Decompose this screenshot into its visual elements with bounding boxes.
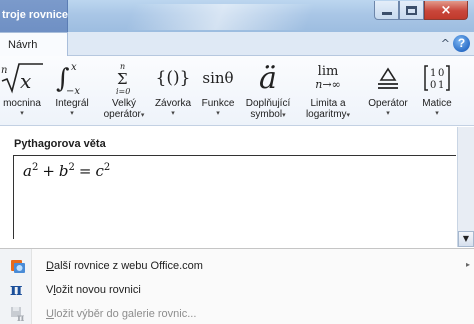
- menu-item-label: Uložit výběr do galerie rovnic...: [46, 308, 196, 320]
- ribbon-button-operator[interactable]: Operátor ▾: [360, 56, 416, 126]
- svg-text:Σ: Σ: [117, 70, 128, 88]
- ribbon-label-mocnina: mocnina: [3, 98, 41, 109]
- ribbon-label-integral: Integrál: [55, 98, 89, 109]
- limit-icon-sub: n→∞: [315, 78, 341, 91]
- equation-menu: Další rovnice z webu Office.com ▸ π Vlož…: [0, 248, 474, 324]
- chevron-down-icon: ▾: [70, 109, 74, 117]
- svg-text:0: 0: [430, 80, 436, 91]
- maximize-icon: [406, 5, 417, 15]
- ribbon-label-logaritmy: logaritmy: [305, 109, 347, 120]
- operator-icon: [360, 60, 416, 96]
- chevron-down-icon: ▾: [346, 111, 351, 119]
- menu-item-label: Vložit novou rovnici: [46, 284, 141, 296]
- ribbon-collapse-icon[interactable]: ^: [441, 37, 450, 50]
- minimize-icon: [381, 12, 392, 15]
- eq-exp-a: 2: [31, 162, 39, 173]
- window-controls: ×: [374, 1, 468, 20]
- chevron-down-icon: ▾: [435, 109, 439, 117]
- chevron-down-icon: ▾: [171, 109, 175, 117]
- ribbon-label-operator-2: operátor: [103, 109, 141, 120]
- chevron-down-icon: ▾: [282, 111, 286, 119]
- ribbon-label-matice: Matice: [422, 98, 452, 109]
- ribbon-button-limita[interactable]: lim n→∞ Limita a logaritmy▾: [298, 56, 358, 126]
- sum-icon: n Σ i=0: [100, 60, 148, 96]
- equation-preview[interactable]: a2 + b2 = c2: [13, 155, 456, 239]
- menu-accelerator: U: [46, 308, 54, 320]
- office-online-icon: [10, 258, 26, 274]
- accent-icon: ä: [259, 60, 277, 96]
- svg-text:i=0: i=0: [116, 87, 130, 96]
- chevron-down-icon: ▾: [386, 109, 390, 117]
- function-icon: sinθ: [202, 69, 234, 87]
- menu-label-text: ložit výběr do galerie rovnic...: [53, 308, 197, 320]
- pi-icon: π: [10, 280, 23, 300]
- ribbon-label-limita: Limita a: [310, 98, 346, 109]
- eq-exp-b: 2: [68, 162, 75, 173]
- eq-plus: +: [42, 162, 55, 180]
- close-button[interactable]: ×: [424, 1, 468, 20]
- bracket-icon: {()}: [155, 68, 191, 88]
- ribbon-label-funkce: Funkce: [201, 98, 235, 109]
- ribbon-button-mocnina[interactable]: n x mocnina ▾: [0, 56, 48, 126]
- svg-text:n: n: [1, 65, 7, 76]
- minimize-button[interactable]: [374, 1, 399, 20]
- eq-exp-c: 2: [103, 162, 111, 173]
- svg-text:1: 1: [438, 80, 444, 91]
- matrix-icon: 1 0 0 1: [416, 60, 458, 96]
- save-equation-icon: π: [10, 306, 26, 324]
- ribbon-label-velky: Velký: [112, 98, 136, 109]
- integral-icon: ∫ x −x: [48, 60, 96, 96]
- menu-label-text: ožit novou rovnici: [55, 284, 141, 296]
- ribbon-button-integral[interactable]: ∫ x −x Integrál ▾: [48, 56, 96, 126]
- submenu-arrow-icon: ▸: [465, 260, 470, 269]
- ribbon-label-zavorka: Závorka: [154, 98, 192, 109]
- ribbon-button-funkce[interactable]: sinθ Funkce ▾: [196, 56, 240, 126]
- context-tab[interactable]: troje rovnice: [0, 0, 68, 32]
- limit-icon-lim: lim: [317, 64, 339, 79]
- gallery-scrollbar[interactable]: ▼: [457, 127, 474, 247]
- tab-navrh-label: Návrh: [8, 39, 38, 51]
- ribbon: n x mocnina ▾ ∫ x −x Integrál ▾ n Σ i=0 …: [0, 56, 474, 126]
- ribbon-label-symbol: symbol: [250, 109, 283, 120]
- document-area: Pythagorova věta a2 + b2 = c2 ▼: [0, 127, 474, 247]
- scroll-down-icon[interactable]: ▼: [458, 231, 474, 247]
- tab-navrh[interactable]: Návrh: [0, 32, 68, 57]
- chevron-down-icon: ▾: [216, 109, 220, 117]
- title-bar-gloss: [125, 4, 315, 30]
- ribbon-label-doplnujici: Doplňující: [245, 98, 291, 109]
- ribbon-button-velky-operator[interactable]: n Σ i=0 Velký operátor▾: [100, 56, 148, 126]
- eq-var-b: b: [58, 162, 69, 180]
- ribbon-label-operator: Operátor: [368, 98, 408, 109]
- equation-title: Pythagorova věta: [14, 138, 106, 150]
- svg-text:−x: −x: [66, 86, 80, 96]
- ribbon-button-matice[interactable]: 1 0 0 1 Matice ▾: [416, 56, 458, 126]
- eq-var-c: c: [95, 162, 104, 180]
- svg-text:1: 1: [430, 68, 436, 79]
- menu-item-more-equations[interactable]: Další rovnice z webu Office.com ▸: [0, 254, 474, 278]
- eq-equals: =: [78, 162, 92, 180]
- menu-item-label: Další rovnice z webu Office.com: [46, 260, 203, 272]
- radical-icon: n x: [0, 60, 48, 96]
- close-icon: ×: [440, 2, 452, 18]
- svg-text:0: 0: [438, 68, 444, 79]
- chevron-down-icon: ▾: [20, 109, 24, 117]
- ribbon-tab-row: Návrh ^ ?: [0, 32, 474, 57]
- menu-item-save-to-gallery[interactable]: π Uložit výběr do galerie rovnic...: [0, 302, 474, 324]
- ribbon-button-doplnujici-symbol[interactable]: ä Doplňující symbol▾: [240, 56, 296, 126]
- svg-text:π: π: [17, 313, 24, 322]
- menu-item-insert-new-equation[interactable]: π Vložit novou rovnici: [0, 278, 474, 302]
- context-tab-title: troje rovnice: [2, 9, 69, 21]
- equation-text: a2 + b2 = c2: [23, 162, 110, 180]
- chevron-down-icon: ▾: [140, 111, 145, 119]
- limit-icon: lim n→∞: [298, 60, 358, 96]
- menu-label-text: alší rovnice z webu Office.com: [53, 260, 203, 272]
- svg-text:x: x: [71, 62, 77, 73]
- title-bar: troje rovnice ×: [0, 0, 474, 32]
- help-icon[interactable]: ?: [453, 35, 470, 52]
- svg-text:x: x: [20, 69, 31, 93]
- maximize-button[interactable]: [399, 1, 424, 20]
- ribbon-button-zavorka[interactable]: {()} Závorka ▾: [150, 56, 196, 126]
- eq-var-a: a: [23, 162, 32, 180]
- menu-accelerator: D: [46, 260, 54, 272]
